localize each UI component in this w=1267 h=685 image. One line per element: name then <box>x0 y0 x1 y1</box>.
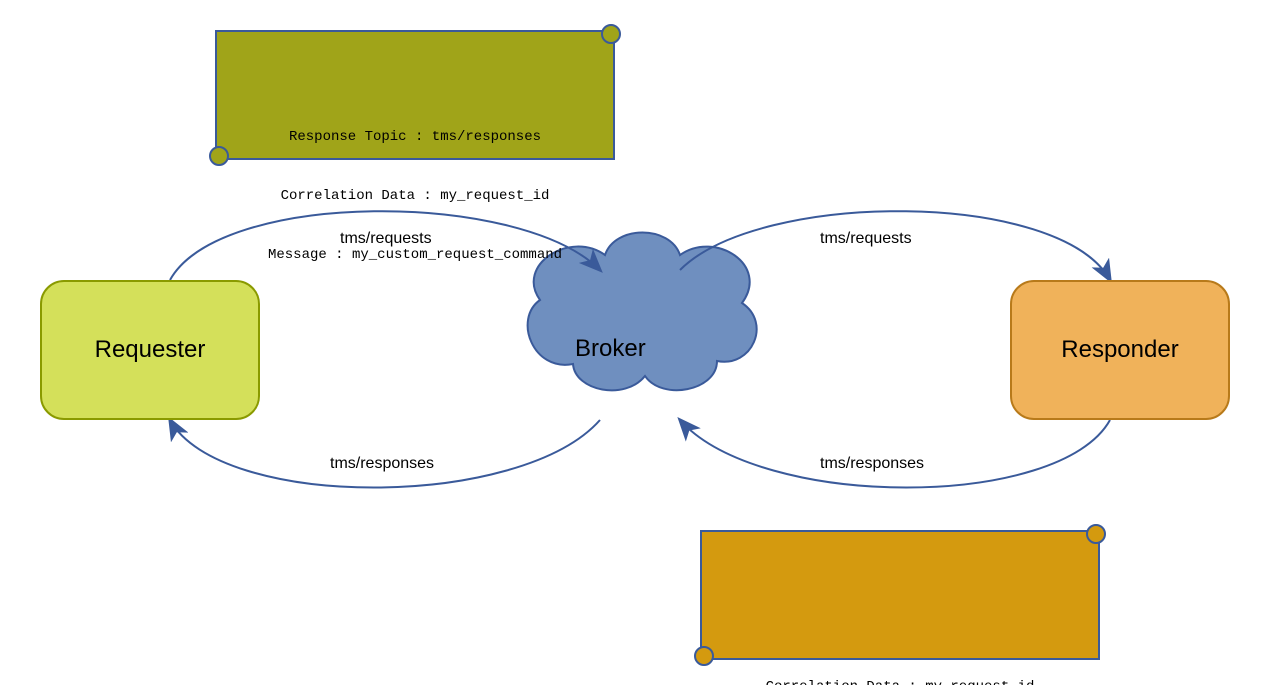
broker-label: Broker <box>575 335 646 363</box>
responder-node: Responder <box>1010 280 1230 420</box>
request-note-line1: Response Topic : tms/responses <box>241 128 589 148</box>
arrow-broker-to-requester <box>170 420 600 488</box>
requester-label: Requester <box>95 336 206 364</box>
spacer <box>726 628 1074 638</box>
request-note-line2: Correlation Data : my_request_id <box>241 187 589 207</box>
scroll-curl-icon <box>601 24 621 44</box>
edge-label-broker-to-req: tms/responses <box>330 455 434 473</box>
edge-label-resp-to-broker: tms/responses <box>820 455 924 473</box>
scroll-curl-icon <box>209 146 229 166</box>
arrow-responder-to-broker <box>680 420 1110 488</box>
scroll-curl-icon <box>694 646 714 666</box>
response-note-line1: Correlation Data : my_request_id <box>726 678 1074 685</box>
diagram-canvas: Requester Broker Responder tms/requests … <box>0 0 1267 685</box>
responder-label: Responder <box>1061 336 1178 364</box>
request-note: Response Topic : tms/responses Correlati… <box>215 30 615 160</box>
scroll-curl-icon <box>1086 524 1106 544</box>
request-note-line3: Message : my_custom_request_command <box>241 246 589 266</box>
response-note: Correlation Data : my_request_id Message… <box>700 530 1100 660</box>
edge-label-broker-to-resp: tms/requests <box>820 230 912 248</box>
requester-node: Requester <box>40 280 260 420</box>
